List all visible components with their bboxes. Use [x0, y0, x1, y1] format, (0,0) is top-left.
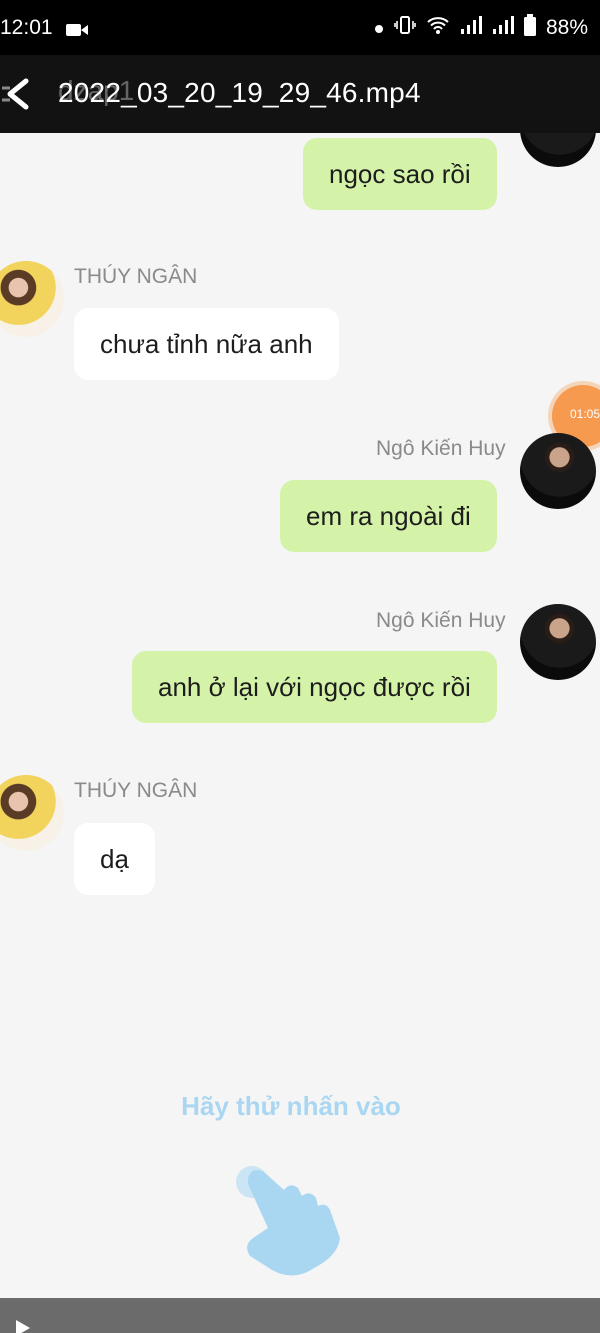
chat-conversation: ngọc sao rồi THÚY NGÂN chưa tỉnh nữa anh…: [0, 133, 600, 1298]
video-title-bar: dzap1 2022_03_20_19_29_46.mp4: [0, 55, 600, 133]
sender-name: Ngô Kiến Huy: [376, 609, 506, 632]
signal-icon: [460, 15, 482, 41]
avatar: [0, 775, 64, 851]
avatar: [520, 133, 596, 167]
sender-name: THÚY NGÂN: [74, 779, 198, 802]
tap-hand-icon[interactable]: [228, 1158, 358, 1293]
avatar: [0, 261, 64, 337]
video-player-bar[interactable]: [0, 1298, 600, 1333]
wifi-icon: [426, 15, 450, 41]
avatar: [520, 433, 596, 509]
battery-icon: [523, 14, 536, 42]
status-bar: 12:01 88%: [0, 0, 600, 55]
incoming-message-bubble: chưa tỉnh nữa anh: [74, 308, 339, 380]
incoming-message-bubble: dạ: [74, 823, 155, 895]
video-file-title: 2022_03_20_19_29_46.mp4: [58, 77, 421, 108]
outgoing-message-bubble: em ra ngoài đi: [280, 480, 497, 552]
video-camera-icon: [66, 20, 88, 43]
signal-icon: [492, 15, 514, 41]
status-time: 12:01: [0, 16, 53, 39]
tap-hint-text: Hãy thử nhấn vào: [181, 1091, 401, 1121]
sender-name: Ngô Kiến Huy: [376, 437, 506, 460]
battery-percentage: 88%: [545, 16, 588, 39]
outgoing-message-bubble: ngọc sao rồi: [303, 138, 497, 210]
sender-name: THÚY NGÂN: [74, 265, 198, 288]
outgoing-message-bubble: anh ở lại với ngọc được rồi: [132, 651, 497, 723]
avatar: [520, 604, 596, 680]
vibrate-icon: [394, 14, 416, 42]
back-arrow-icon[interactable]: [2, 77, 30, 116]
notification-dot-icon: [374, 17, 384, 40]
play-icon[interactable]: [16, 1320, 30, 1333]
